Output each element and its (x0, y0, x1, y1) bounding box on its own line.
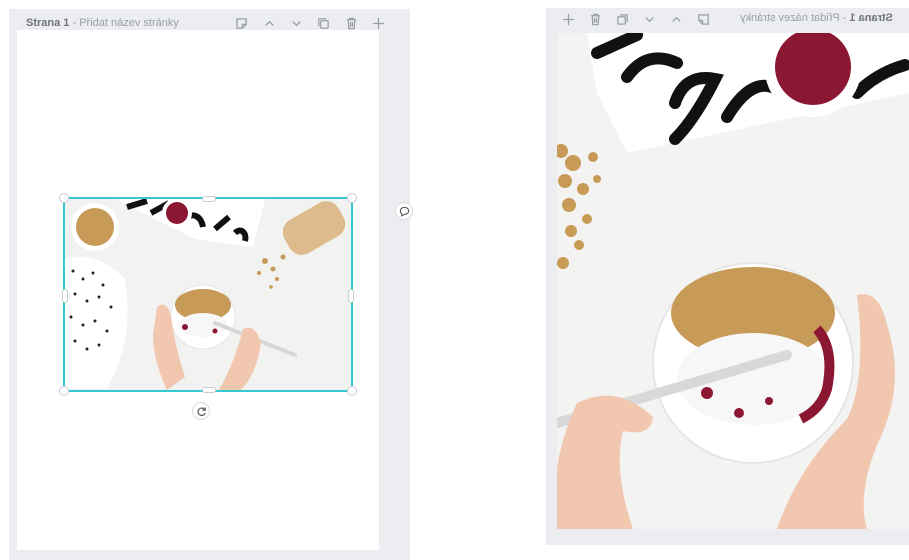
duplicate-icon[interactable] (615, 12, 629, 26)
comment-button[interactable] (395, 202, 413, 220)
note-icon[interactable] (696, 12, 710, 26)
plus-icon[interactable] (371, 16, 385, 30)
page-title-input[interactable]: Přidat název stránky (79, 17, 179, 29)
resize-handle-bottom-right[interactable] (347, 386, 357, 396)
trash-icon[interactable] (344, 16, 358, 30)
resize-handle-left[interactable] (62, 289, 68, 303)
trash-icon[interactable] (588, 12, 602, 26)
chevron-down-icon[interactable] (289, 16, 303, 30)
yogurt-granola-photo (65, 199, 351, 390)
resize-handle-top-left[interactable] (59, 193, 69, 203)
page-header-left: Strana 1 - Přidat název stránky (26, 17, 179, 29)
page-header-right: Strana 1 - Přidat název stránky (740, 12, 893, 24)
selected-image-frame[interactable] (59, 193, 357, 396)
note-icon[interactable] (234, 16, 248, 30)
resize-handle-top[interactable] (202, 196, 216, 202)
resize-handle-bottom[interactable] (202, 387, 216, 393)
rotate-button[interactable] (192, 402, 210, 420)
page-title-input[interactable]: Přidat název stránky (740, 12, 840, 24)
resize-handle-top-right[interactable] (347, 193, 357, 203)
rotate-icon (196, 406, 206, 416)
design-page-right[interactable] (557, 33, 909, 529)
yogurt-granola-closeup-photo (557, 33, 909, 529)
page-number-label: Strana 1 (26, 17, 70, 29)
chevron-up-icon[interactable] (669, 12, 683, 26)
plus-icon[interactable] (561, 12, 575, 26)
resize-handle-right[interactable] (348, 289, 354, 303)
resize-handle-bottom-left[interactable] (59, 386, 69, 396)
page-title-separator: - (69, 17, 80, 29)
duplicate-icon[interactable] (316, 16, 330, 30)
chevron-down-icon[interactable] (642, 12, 656, 26)
comment-icon (399, 206, 409, 217)
chevron-up-icon[interactable] (262, 16, 276, 30)
page-title-separator: - (839, 12, 850, 24)
page-number-label: Strana 1 (849, 12, 893, 24)
